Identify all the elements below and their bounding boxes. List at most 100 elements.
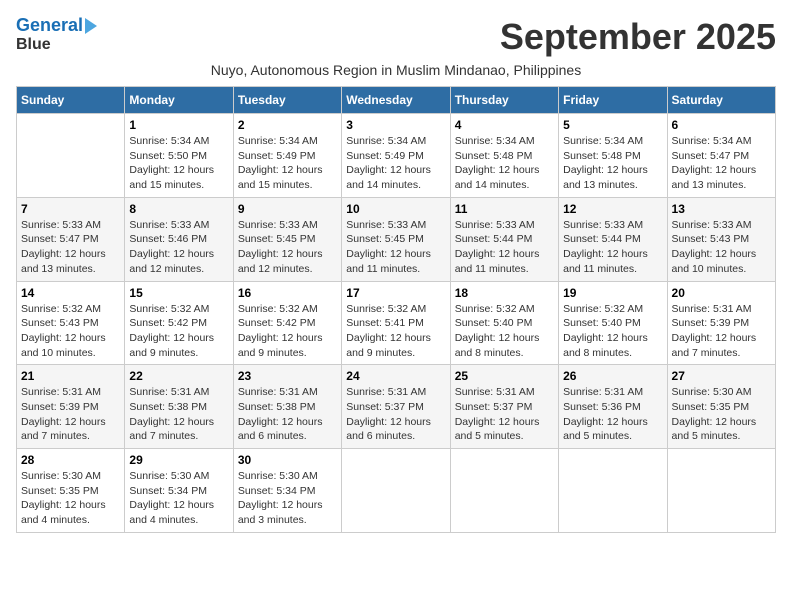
day-number: 8	[129, 202, 228, 216]
week-row-3: 21 Sunrise: 5:31 AM Sunset: 5:39 PM Dayli…	[17, 365, 776, 449]
day-info: Sunrise: 5:32 AM Sunset: 5:41 PM Dayligh…	[346, 302, 445, 361]
day-info: Sunrise: 5:30 AM Sunset: 5:35 PM Dayligh…	[672, 385, 771, 444]
day-info: Sunrise: 5:31 AM Sunset: 5:39 PM Dayligh…	[21, 385, 120, 444]
logo-arrow-icon	[85, 18, 97, 34]
day-info: Sunrise: 5:33 AM Sunset: 5:44 PM Dayligh…	[455, 218, 554, 277]
day-cell: 27 Sunrise: 5:30 AM Sunset: 5:35 PM Dayli…	[667, 365, 775, 449]
day-cell: 17 Sunrise: 5:32 AM Sunset: 5:41 PM Dayli…	[342, 281, 450, 365]
day-number: 11	[455, 202, 554, 216]
day-info: Sunrise: 5:32 AM Sunset: 5:42 PM Dayligh…	[238, 302, 337, 361]
day-cell: 18 Sunrise: 5:32 AM Sunset: 5:40 PM Dayli…	[450, 281, 558, 365]
day-info: Sunrise: 5:34 AM Sunset: 5:50 PM Dayligh…	[129, 134, 228, 193]
day-number: 1	[129, 118, 228, 132]
header-day-tuesday: Tuesday	[233, 87, 341, 114]
day-cell	[450, 449, 558, 533]
day-cell: 11 Sunrise: 5:33 AM Sunset: 5:44 PM Dayli…	[450, 197, 558, 281]
day-cell: 16 Sunrise: 5:32 AM Sunset: 5:42 PM Dayli…	[233, 281, 341, 365]
day-info: Sunrise: 5:32 AM Sunset: 5:40 PM Dayligh…	[455, 302, 554, 361]
day-cell: 12 Sunrise: 5:33 AM Sunset: 5:44 PM Dayli…	[559, 197, 667, 281]
day-cell: 7Sunrise: 5:33 AM Sunset: 5:47 PM Daylig…	[17, 197, 125, 281]
header-day-thursday: Thursday	[450, 87, 558, 114]
day-number: 20	[672, 286, 771, 300]
day-info: Sunrise: 5:33 AM Sunset: 5:43 PM Dayligh…	[672, 218, 771, 277]
day-number: 26	[563, 369, 662, 383]
week-row-2: 14 Sunrise: 5:32 AM Sunset: 5:43 PM Dayli…	[17, 281, 776, 365]
day-number: 14	[21, 286, 120, 300]
day-info: Sunrise: 5:31 AM Sunset: 5:37 PM Dayligh…	[455, 385, 554, 444]
day-cell: 10 Sunrise: 5:33 AM Sunset: 5:45 PM Dayli…	[342, 197, 450, 281]
logo-blue: Blue	[16, 36, 51, 54]
day-cell: 28 Sunrise: 5:30 AM Sunset: 5:35 PM Dayli…	[17, 449, 125, 533]
week-row-0: 1 Sunrise: 5:34 AM Sunset: 5:50 PM Daylig…	[17, 114, 776, 198]
day-number: 18	[455, 286, 554, 300]
day-cell: 21 Sunrise: 5:31 AM Sunset: 5:39 PM Dayli…	[17, 365, 125, 449]
day-info: Sunrise: 5:30 AM Sunset: 5:35 PM Dayligh…	[21, 469, 120, 528]
day-number: 25	[455, 369, 554, 383]
day-number: 6	[672, 118, 771, 132]
day-info: Sunrise: 5:32 AM Sunset: 5:43 PM Dayligh…	[21, 302, 120, 361]
day-cell: 5Sunrise: 5:34 AM Sunset: 5:48 PM Daylig…	[559, 114, 667, 198]
day-number: 12	[563, 202, 662, 216]
day-info: Sunrise: 5:34 AM Sunset: 5:47 PM Dayligh…	[672, 134, 771, 193]
logo-text: General	[16, 16, 83, 36]
day-cell: 13 Sunrise: 5:33 AM Sunset: 5:43 PM Dayli…	[667, 197, 775, 281]
day-number: 2	[238, 118, 337, 132]
day-number: 28	[21, 453, 120, 467]
day-info: Sunrise: 5:34 AM Sunset: 5:49 PM Dayligh…	[346, 134, 445, 193]
day-info: Sunrise: 5:34 AM Sunset: 5:49 PM Dayligh…	[238, 134, 337, 193]
day-number: 17	[346, 286, 445, 300]
month-title: September 2025	[500, 16, 776, 58]
day-info: Sunrise: 5:31 AM Sunset: 5:36 PM Dayligh…	[563, 385, 662, 444]
logo: General Blue	[16, 16, 97, 53]
calendar-body: 1 Sunrise: 5:34 AM Sunset: 5:50 PM Daylig…	[17, 114, 776, 533]
day-number: 13	[672, 202, 771, 216]
day-cell: 1 Sunrise: 5:34 AM Sunset: 5:50 PM Daylig…	[125, 114, 233, 198]
header-row: SundayMondayTuesdayWednesdayThursdayFrid…	[17, 87, 776, 114]
day-cell: 3 Sunrise: 5:34 AM Sunset: 5:49 PM Daylig…	[342, 114, 450, 198]
header-day-sunday: Sunday	[17, 87, 125, 114]
day-cell: 30Sunrise: 5:30 AM Sunset: 5:34 PM Dayli…	[233, 449, 341, 533]
day-number: 5	[563, 118, 662, 132]
day-info: Sunrise: 5:34 AM Sunset: 5:48 PM Dayligh…	[455, 134, 554, 193]
day-cell: 22Sunrise: 5:31 AM Sunset: 5:38 PM Dayli…	[125, 365, 233, 449]
day-info: Sunrise: 5:33 AM Sunset: 5:47 PM Dayligh…	[21, 218, 120, 277]
day-cell: 20 Sunrise: 5:31 AM Sunset: 5:39 PM Dayli…	[667, 281, 775, 365]
day-number: 22	[129, 369, 228, 383]
day-info: Sunrise: 5:31 AM Sunset: 5:37 PM Dayligh…	[346, 385, 445, 444]
day-cell: 8 Sunrise: 5:33 AM Sunset: 5:46 PM Daylig…	[125, 197, 233, 281]
day-info: Sunrise: 5:32 AM Sunset: 5:40 PM Dayligh…	[563, 302, 662, 361]
day-number: 24	[346, 369, 445, 383]
day-cell: 23Sunrise: 5:31 AM Sunset: 5:38 PM Dayli…	[233, 365, 341, 449]
header-day-friday: Friday	[559, 87, 667, 114]
day-cell: 14 Sunrise: 5:32 AM Sunset: 5:43 PM Dayli…	[17, 281, 125, 365]
day-info: Sunrise: 5:33 AM Sunset: 5:44 PM Dayligh…	[563, 218, 662, 277]
calendar-table: SundayMondayTuesdayWednesdayThursdayFrid…	[16, 86, 776, 533]
day-info: Sunrise: 5:33 AM Sunset: 5:46 PM Dayligh…	[129, 218, 228, 277]
day-number: 9	[238, 202, 337, 216]
day-cell: 24 Sunrise: 5:31 AM Sunset: 5:37 PM Dayli…	[342, 365, 450, 449]
day-info: Sunrise: 5:33 AM Sunset: 5:45 PM Dayligh…	[346, 218, 445, 277]
day-cell: 29 Sunrise: 5:30 AM Sunset: 5:34 PM Dayli…	[125, 449, 233, 533]
day-cell	[559, 449, 667, 533]
week-row-4: 28 Sunrise: 5:30 AM Sunset: 5:35 PM Dayli…	[17, 449, 776, 533]
day-number: 16	[238, 286, 337, 300]
day-number: 27	[672, 369, 771, 383]
day-number: 30	[238, 453, 337, 467]
day-info: Sunrise: 5:30 AM Sunset: 5:34 PM Dayligh…	[129, 469, 228, 528]
day-number: 3	[346, 118, 445, 132]
week-row-1: 7Sunrise: 5:33 AM Sunset: 5:47 PM Daylig…	[17, 197, 776, 281]
day-number: 21	[21, 369, 120, 383]
day-cell: 19Sunrise: 5:32 AM Sunset: 5:40 PM Dayli…	[559, 281, 667, 365]
header-day-wednesday: Wednesday	[342, 87, 450, 114]
day-cell: 25 Sunrise: 5:31 AM Sunset: 5:37 PM Dayli…	[450, 365, 558, 449]
logo-general: General	[16, 15, 83, 35]
day-number: 29	[129, 453, 228, 467]
header-day-saturday: Saturday	[667, 87, 775, 114]
day-cell: 2 Sunrise: 5:34 AM Sunset: 5:49 PM Daylig…	[233, 114, 341, 198]
calendar-header: SundayMondayTuesdayWednesdayThursdayFrid…	[17, 87, 776, 114]
day-cell	[17, 114, 125, 198]
day-info: Sunrise: 5:31 AM Sunset: 5:39 PM Dayligh…	[672, 302, 771, 361]
page-header: General Blue September 2025	[16, 16, 776, 58]
day-cell: 9Sunrise: 5:33 AM Sunset: 5:45 PM Daylig…	[233, 197, 341, 281]
day-number: 10	[346, 202, 445, 216]
